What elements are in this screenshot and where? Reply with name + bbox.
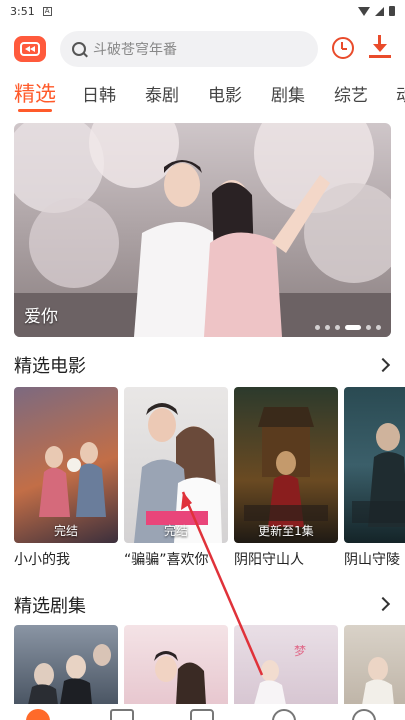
signal-icon (375, 6, 384, 16)
movie-title: 小小的我 (14, 552, 70, 568)
status-bar: 3:51 A (0, 0, 405, 22)
series-card[interactable] (124, 625, 228, 705)
movie-badge: 完结 (53, 524, 78, 538)
movie-card[interactable]: 完结 “骗骗”喜欢你 (124, 387, 228, 569)
series-poster (14, 625, 118, 705)
series-row: 梦 (0, 625, 405, 705)
series-more-chevron-icon[interactable] (375, 596, 391, 612)
section-title-movies: 精选电影 (14, 356, 86, 377)
active-tab-indicator (18, 109, 52, 112)
download-icon[interactable] (368, 35, 392, 61)
movie-poster: 完结 (124, 387, 228, 543)
wifi-icon (358, 6, 370, 16)
series-card[interactable] (344, 625, 405, 705)
tab-variety[interactable]: 综艺 (334, 81, 368, 106)
banner-title: 爱你 (24, 307, 58, 327)
series-poster: 梦 (234, 625, 338, 705)
tab-thai[interactable]: 泰剧 (145, 81, 179, 106)
movies-more-chevron-icon[interactable] (375, 357, 391, 373)
series-poster (344, 625, 405, 705)
schedule-nav-icon[interactable] (110, 709, 134, 720)
series-card[interactable] (14, 625, 118, 705)
movie-badge: 完结 (163, 524, 188, 538)
tab-movies[interactable]: 电影 (208, 81, 242, 106)
home-nav-icon[interactable] (26, 709, 50, 720)
series-card[interactable]: 梦 (234, 625, 338, 705)
status-time: 3:51 (10, 4, 35, 18)
movies-row: 完结 小小的我 完结 “骗骗”喜欢你 更新至1集 阴阳守山人 阴山守陵 (0, 387, 405, 577)
history-clock-icon[interactable] (332, 37, 354, 59)
movie-poster: 更新至1集 (234, 387, 338, 543)
series-poster (124, 625, 228, 705)
movie-title: 阴阳守山人 (234, 552, 304, 568)
search-icon (72, 42, 86, 56)
search-input[interactable]: 斗破苍穹年番 (60, 31, 318, 67)
banner-image (14, 123, 391, 337)
section-title-series: 精选剧集 (14, 596, 86, 617)
movie-poster (344, 387, 405, 543)
top-bar: 斗破苍穹年番 (0, 30, 405, 68)
movie-card[interactable]: 完结 小小的我 (14, 387, 118, 569)
nav-icon-4[interactable] (272, 709, 296, 720)
tab-anime[interactable]: 动 (396, 81, 405, 106)
movie-poster: 完结 (14, 387, 118, 543)
app-logo-icon[interactable] (14, 36, 46, 62)
hero-banner[interactable]: 爱你 (14, 123, 391, 337)
add-nav-icon[interactable] (190, 709, 214, 720)
banner-pagination (315, 325, 381, 330)
movie-title: “骗骗”喜欢你 (124, 552, 209, 568)
category-tabs: 精选 日韩 泰剧 电影 剧集 综艺 动 (0, 78, 405, 114)
movie-title: 阴山守陵 (344, 552, 400, 568)
svg-text:梦: 梦 (294, 644, 306, 658)
tab-japan-korea[interactable]: 日韩 (82, 81, 116, 106)
search-placeholder: 斗破苍穹年番 (93, 42, 177, 58)
app-screen: 3:51 A 斗破苍穹年番 精选 日韩 泰剧 电影 剧集 综艺 动 爱你 精选电… (0, 0, 405, 720)
movie-card[interactable]: 阴山守陵 (344, 387, 405, 569)
bottom-navigation (0, 704, 405, 720)
profile-nav-icon[interactable] (352, 709, 376, 720)
notification-icon: A (42, 6, 52, 16)
movie-badge: 更新至1集 (258, 524, 314, 538)
movie-card[interactable]: 更新至1集 阴阳守山人 (234, 387, 338, 569)
battery-icon (389, 6, 395, 16)
tab-featured[interactable]: 精选 (14, 78, 56, 108)
tab-series[interactable]: 剧集 (271, 81, 305, 106)
